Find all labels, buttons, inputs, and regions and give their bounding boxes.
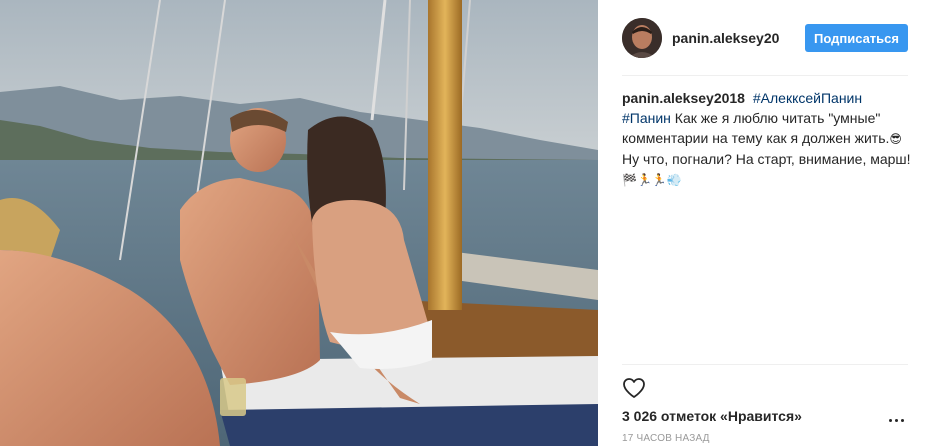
post-sidebar: panin.aleksey20 Подписаться panin.alekse… <box>598 0 930 446</box>
post-caption: panin.aleksey2018 #АлекксейПанин #Панин … <box>622 88 916 190</box>
profile-photo-icon <box>622 18 662 58</box>
more-options-icon <box>894 418 898 422</box>
instagram-post: panin.aleksey20 Подписаться panin.alekse… <box>0 0 930 446</box>
caption-text: Ну что, погнали? На старт, внимание, мар… <box>622 151 911 167</box>
likes-count[interactable]: 3 026 отметок «Нравится» <box>622 408 802 424</box>
caption-author-link[interactable]: panin.aleksey2018 <box>622 90 745 106</box>
hashtag-link[interactable]: #Панин <box>622 110 671 126</box>
post-actions <box>622 376 646 400</box>
post-header: panin.aleksey20 Подписаться <box>622 16 908 60</box>
heart-outline-icon <box>623 378 645 398</box>
like-button[interactable] <box>622 376 646 400</box>
follow-button[interactable]: Подписаться <box>804 24 908 52</box>
emoji-cool: 😎 <box>889 132 902 146</box>
more-options-icon <box>888 418 892 422</box>
author-username-link[interactable]: panin.aleksey20 <box>672 30 805 46</box>
yacht-photo-illustration <box>0 0 598 446</box>
more-options-button[interactable] <box>886 410 906 430</box>
avatar[interactable] <box>622 18 662 58</box>
hashtag-link[interactable]: #АлекксейПанин <box>753 90 862 106</box>
more-options-icon <box>900 418 904 422</box>
divider <box>622 75 908 76</box>
post-timestamp[interactable]: 17 часов назад <box>622 433 710 444</box>
divider <box>622 364 908 365</box>
emoji-race: 🏁🏃🏃💨 <box>622 173 682 187</box>
post-photo[interactable] <box>0 0 598 446</box>
